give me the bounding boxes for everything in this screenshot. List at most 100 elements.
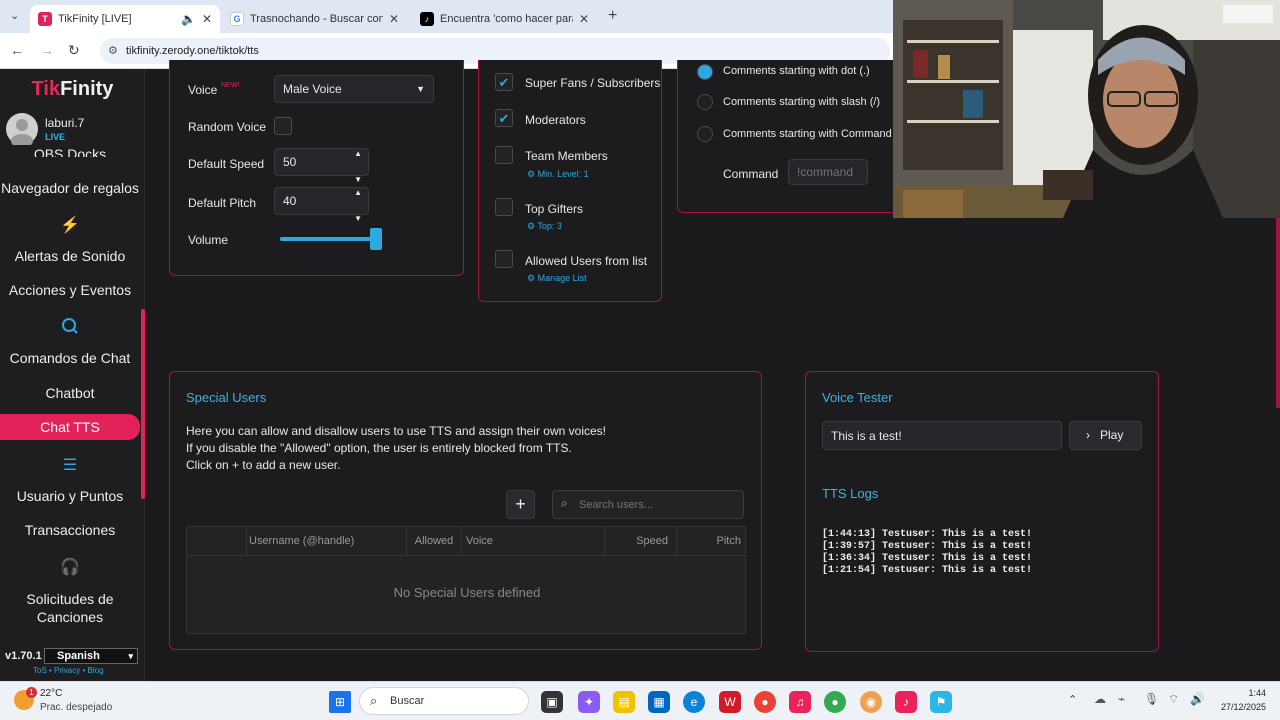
column-pitch[interactable]: Pitch <box>677 527 747 556</box>
wifi-icon[interactable]: ⌔ <box>1168 692 1179 707</box>
taskbar-search[interactable]: ⌕ Buscar <box>359 687 529 715</box>
sidebar-item-chatbot[interactable]: Chatbot <box>0 385 140 401</box>
search-input[interactable] <box>579 495 739 515</box>
chevron-down-icon: ▼ <box>416 84 425 94</box>
sidebar-item-obs-docks[interactable]: OBS Docks <box>0 147 140 157</box>
column-allowed[interactable]: Allowed <box>407 527 462 556</box>
task-view-icon[interactable]: ▣ <box>541 691 563 713</box>
edge-icon[interactable]: e <box>683 691 705 713</box>
spinner-icon[interactable]: ▲ ▼ <box>354 180 362 232</box>
sidebar-item-chat-commands[interactable]: Comandos de Chat <box>0 350 140 366</box>
microphone-icon[interactable]: 🎙 <box>1144 692 1159 706</box>
app-logo: TikFinity <box>31 78 114 100</box>
radio-slash[interactable] <box>697 94 713 110</box>
windows-start-icon[interactable]: ⊞ <box>329 691 351 713</box>
manage-list-link[interactable]: ⚙ Manage List <box>527 273 587 284</box>
page-scrollbar[interactable] <box>1276 218 1280 408</box>
top-gifters-checkbox[interactable] <box>495 198 513 216</box>
office-icon[interactable]: W <box>719 691 741 713</box>
column-speed[interactable]: Speed <box>605 527 677 556</box>
volume-thumb[interactable] <box>370 228 382 250</box>
sidebar-item-gifts[interactable]: Navegador de regalos <box>0 180 140 196</box>
sidebar-item-sound-alerts[interactable]: Alertas de Sonido <box>0 248 140 264</box>
sidebar-item-song-requests[interactable]: Solicitudes de Canciones <box>0 590 140 626</box>
reload-icon[interactable]: ↻ <box>68 42 80 59</box>
default-speed-input[interactable]: 50 ▲ ▼ <box>274 148 369 184</box>
allowed-list-checkbox[interactable] <box>495 250 513 268</box>
radio-dot[interactable] <box>697 64 713 80</box>
back-icon[interactable]: ← <box>10 42 24 58</box>
tab-tiktok[interactable]: ♪ Encuentra 'como hacer para q ✕ <box>412 5 597 33</box>
chrome-icon[interactable]: ● <box>754 691 776 713</box>
bolt-icon: ⚡ <box>60 217 80 234</box>
radio-slash-label: Comments starting with slash (/) <box>723 96 881 108</box>
special-users-desc: Click on + to add a new user. <box>186 458 341 472</box>
moderators-checkbox[interactable]: ✔ <box>495 109 513 127</box>
app-icon[interactable]: ⚑ <box>930 691 952 713</box>
voice-select[interactable]: Male Voice ▼ <box>274 75 434 103</box>
avatar[interactable] <box>6 113 38 148</box>
search-icon: ⌕ <box>561 496 568 510</box>
test-text-input[interactable] <box>822 421 1062 450</box>
tray-chevron-icon[interactable]: ⌃ <box>1068 693 1077 706</box>
add-user-button[interactable]: + <box>506 490 535 519</box>
new-tab-icon[interactable]: + <box>608 7 617 25</box>
clock-date[interactable]: 27/12/2025 <box>1210 702 1266 712</box>
close-tab-icon[interactable]: ✕ <box>579 12 589 26</box>
folder-icon[interactable]: ▤ <box>613 691 635 713</box>
speaker-icon[interactable]: 🔈 <box>181 12 196 26</box>
close-tab-icon[interactable]: ✕ <box>389 12 399 26</box>
comment-filter-card: Comments starting with dot (.) Comments … <box>677 60 907 213</box>
log-line: [1:44:13] Testuser: This is a test! <box>822 529 1033 540</box>
google-favicon-icon: G <box>230 12 244 26</box>
team-members-checkbox[interactable] <box>495 146 513 164</box>
footer-links[interactable]: ToS • Privacy • Blog <box>33 666 104 675</box>
search-field[interactable]: ⌕ <box>552 490 744 519</box>
volume-slider[interactable] <box>280 228 382 250</box>
sidebar-item-transactions[interactable]: Transacciones <box>0 522 140 538</box>
radio-command[interactable] <box>697 126 713 142</box>
music-icon[interactable]: ♫ <box>789 691 811 713</box>
tab-list-icon[interactable]: ⌄ <box>10 9 19 22</box>
top-gifters-setting[interactable]: ⚙ Top: 3 <box>527 221 562 232</box>
column-username[interactable]: Username (@handle) <box>247 527 407 556</box>
gear-icon: ⚙ <box>527 169 538 179</box>
random-voice-checkbox[interactable] <box>274 117 292 135</box>
default-pitch-input[interactable]: 40 ▲ ▼ <box>274 187 369 223</box>
cloud-icon[interactable]: ☁ <box>1094 692 1106 706</box>
sidebar-item-chat-tts[interactable]: Chat TTS <box>0 414 140 440</box>
allowed-list-label: Allowed Users from list <box>525 254 648 268</box>
special-users-table: Username (@handle) Allowed Voice Speed P… <box>186 526 747 634</box>
super-fans-checkbox[interactable]: ✔ <box>495 73 513 91</box>
close-tab-icon[interactable]: ✕ <box>202 12 212 26</box>
app-icon[interactable]: ◉ <box>860 691 882 713</box>
site-info-icon[interactable]: ⚙ <box>108 44 118 57</box>
voice-label: Voice <box>188 83 218 97</box>
language-select[interactable]: Spanish ▾ <box>44 648 138 664</box>
browser-tab-bar: ⌄ T TikFinity [LIVE] 🔈 ✕ G Trasnochando … <box>0 0 893 33</box>
chrome-profile-icon[interactable]: ● <box>824 691 846 713</box>
play-button[interactable]: › Play <box>1069 421 1142 450</box>
store-icon[interactable]: ▦ <box>648 691 670 713</box>
sidebar-item-users-points[interactable]: Usuario y Puntos <box>0 488 140 504</box>
url-text: tikfinity.zerody.one/tiktok/tts <box>126 45 259 57</box>
volume-icon[interactable]: 🔊 <box>1190 692 1205 706</box>
column-voice[interactable]: Voice <box>462 527 605 556</box>
sidebar-item-actions[interactable]: Acciones y Eventos <box>0 282 140 298</box>
super-fans-label: Super Fans / Subscribers <box>525 76 661 90</box>
command-input[interactable] <box>788 159 868 185</box>
network-off-icon[interactable]: ⌁ <box>1118 692 1125 706</box>
volume-label: Volume <box>188 233 229 247</box>
tab-google-search[interactable]: G Trasnochando - Buscar con Google ✕ <box>222 5 407 33</box>
sidebar-scrollbar[interactable] <box>141 309 145 499</box>
team-members-setting[interactable]: ⚙ Min. Level: 1 <box>527 169 589 180</box>
tiktok-live-icon[interactable]: ♪ <box>895 691 917 713</box>
tab-tikfinity[interactable]: T TikFinity [LIVE] 🔈 ✕ <box>30 5 220 33</box>
weather-temp: 22°C <box>40 688 63 699</box>
webcam-image <box>893 0 1280 218</box>
forward-icon[interactable]: → <box>40 42 54 58</box>
clock-time[interactable]: 1:44 <box>1220 688 1266 698</box>
copilot-icon[interactable]: ✦ <box>578 691 600 713</box>
command-label: Command <box>723 167 779 181</box>
webcam-overlay <box>893 0 1280 218</box>
